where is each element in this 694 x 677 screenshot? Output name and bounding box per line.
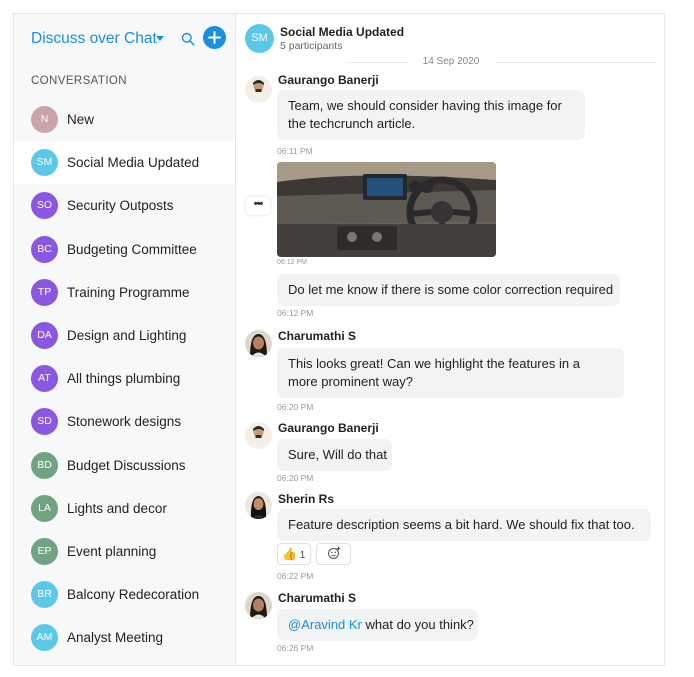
avatar[interactable] [245, 422, 272, 449]
message-time: 06:22 PM [277, 571, 314, 581]
add-conversation-button[interactable] [203, 26, 226, 49]
section-label: CONVERSATION [31, 75, 127, 87]
shared-image[interactable] [277, 162, 496, 257]
conversation-avatar: AM [31, 624, 58, 652]
conversation-name: Analyst Meeting [67, 630, 164, 646]
chat-avatar[interactable]: SM [245, 24, 274, 53]
message-bubble[interactable]: @Aravind Kr what do you think? [277, 609, 478, 641]
thumbs-up-icon: 👍 [282, 547, 297, 561]
conversation-avatar: LA [31, 494, 58, 522]
sidebar-conversation-item[interactable]: N New [14, 98, 235, 141]
date-divider [347, 62, 657, 63]
conversation-name: Training Programme [67, 284, 190, 300]
message-time: 06:20 PM [277, 402, 314, 412]
conversation-avatar: BC [31, 235, 58, 263]
sidebar-header: Discuss over Chat [14, 14, 236, 66]
sidebar-conversation-item[interactable]: AM Analyst Meeting [14, 616, 235, 659]
conversation-name: Event planning [67, 543, 157, 559]
conversation-name: Design and Lighting [67, 327, 187, 343]
car-interior-image [277, 162, 496, 257]
sender-name: Charumathi S [278, 591, 357, 605]
conversation-avatar: SD [31, 408, 58, 436]
message-text: what do you think? [361, 617, 474, 632]
sender-name: Sherin Rs [278, 492, 335, 506]
sidebar: Discuss over Chat CONVERSATION N New SM Soc… [14, 14, 236, 665]
add-reaction-button[interactable] [316, 543, 351, 565]
chat-panel: SM Social Media Updated 5 participants 1… [237, 14, 664, 665]
message-bubble[interactable]: Sure, Will do that [277, 439, 392, 471]
sidebar-conversation-item[interactable]: LA Lights and decor [14, 487, 235, 530]
chat-title[interactable]: Social Media Updated [280, 25, 404, 39]
conversation-avatar: DA [31, 321, 58, 349]
message-time: 06:20 PM [277, 473, 314, 483]
conversation-list: N New SM Social Media Updated SO Security Out… [14, 98, 235, 659]
avatar[interactable] [245, 76, 272, 103]
message-bubble[interactable]: Team, we should consider having this ima… [277, 90, 585, 140]
participant-count[interactable]: 5 participants [280, 40, 342, 52]
user-mention[interactable]: @Aravind Kr [288, 617, 362, 632]
sidebar-conversation-item[interactable]: SD Stonework designs [14, 400, 235, 443]
conversation-name: Social Media Updated [67, 155, 200, 171]
conversation-name: Budget Discussions [67, 457, 186, 473]
conversation-avatar: AT [31, 365, 58, 393]
date-label: 14 Sep 2020 [407, 56, 495, 67]
conversation-avatar: BD [31, 451, 58, 479]
conversation-name: Lights and decor [67, 500, 167, 516]
plus-icon [208, 31, 221, 44]
sidebar-conversation-item[interactable]: AT All things plumbing [14, 357, 235, 400]
conversation-name: Budgeting Committee [67, 241, 197, 257]
conversation-name: Security Outposts [67, 198, 174, 214]
conversation-name: Balcony Redecoration [67, 587, 200, 603]
sender-name: Gaurango Banerji [278, 421, 379, 435]
message-bubble[interactable]: Do let me know if there is some color co… [277, 274, 620, 306]
reaction-thumbs-up[interactable]: 👍 1 [277, 543, 311, 565]
conversation-name: Stonework designs [67, 414, 182, 430]
sidebar-conversation-item[interactable]: BR Balcony Redecoration [14, 573, 235, 616]
conversation-avatar: SO [31, 192, 58, 220]
message-time: 06:12 PM [277, 308, 314, 318]
conversation-name: New [67, 112, 95, 127]
conversation-name: All things plumbing [67, 371, 181, 387]
avatar[interactable] [245, 330, 272, 357]
add-reaction-icon [327, 546, 340, 560]
avatar[interactable] [245, 592, 272, 619]
message-bubble[interactable]: Feature description seems a bit hard. We… [277, 509, 651, 541]
sender-name: Gaurango Banerji [278, 73, 379, 87]
reaction-count: 1 [299, 550, 306, 561]
sidebar-conversation-item[interactable]: DA Design and Lighting [14, 314, 235, 357]
app-title[interactable]: Discuss over Chat [31, 30, 157, 48]
avatar[interactable] [245, 492, 272, 519]
app-window: Discuss over Chat CONVERSATION N New SM Soc… [13, 13, 665, 666]
conversation-avatar: BR [31, 581, 58, 609]
sidebar-conversation-item[interactable]: BD Budget Discussions [14, 444, 235, 487]
chevron-down-icon[interactable] [156, 36, 164, 41]
message-time: 06:12 PM [277, 259, 307, 266]
conversation-avatar: SM [31, 149, 58, 177]
sidebar-conversation-item[interactable]: SM Social Media Updated [14, 141, 235, 185]
message-bubble[interactable]: This looks great! Can we highlight the f… [277, 348, 624, 398]
sidebar-conversation-item[interactable]: SO Security Outposts [14, 184, 235, 227]
conversation-avatar: EP [31, 537, 58, 565]
message-time: 06:26 PM [277, 643, 314, 653]
sender-name: Charumathi S [278, 329, 357, 343]
sidebar-conversation-item[interactable]: TP Training Programme [14, 271, 235, 314]
conversation-avatar: N [31, 106, 58, 133]
message-time: 06:11 PM [277, 146, 313, 156]
sidebar-conversation-item[interactable]: BC Budgeting Committee [14, 228, 235, 271]
search-icon[interactable] [181, 32, 195, 46]
sidebar-conversation-item[interactable]: EP Event planning [14, 530, 235, 573]
conversation-avatar: TP [31, 278, 58, 306]
more-options-icon[interactable]: ••• [246, 197, 270, 215]
